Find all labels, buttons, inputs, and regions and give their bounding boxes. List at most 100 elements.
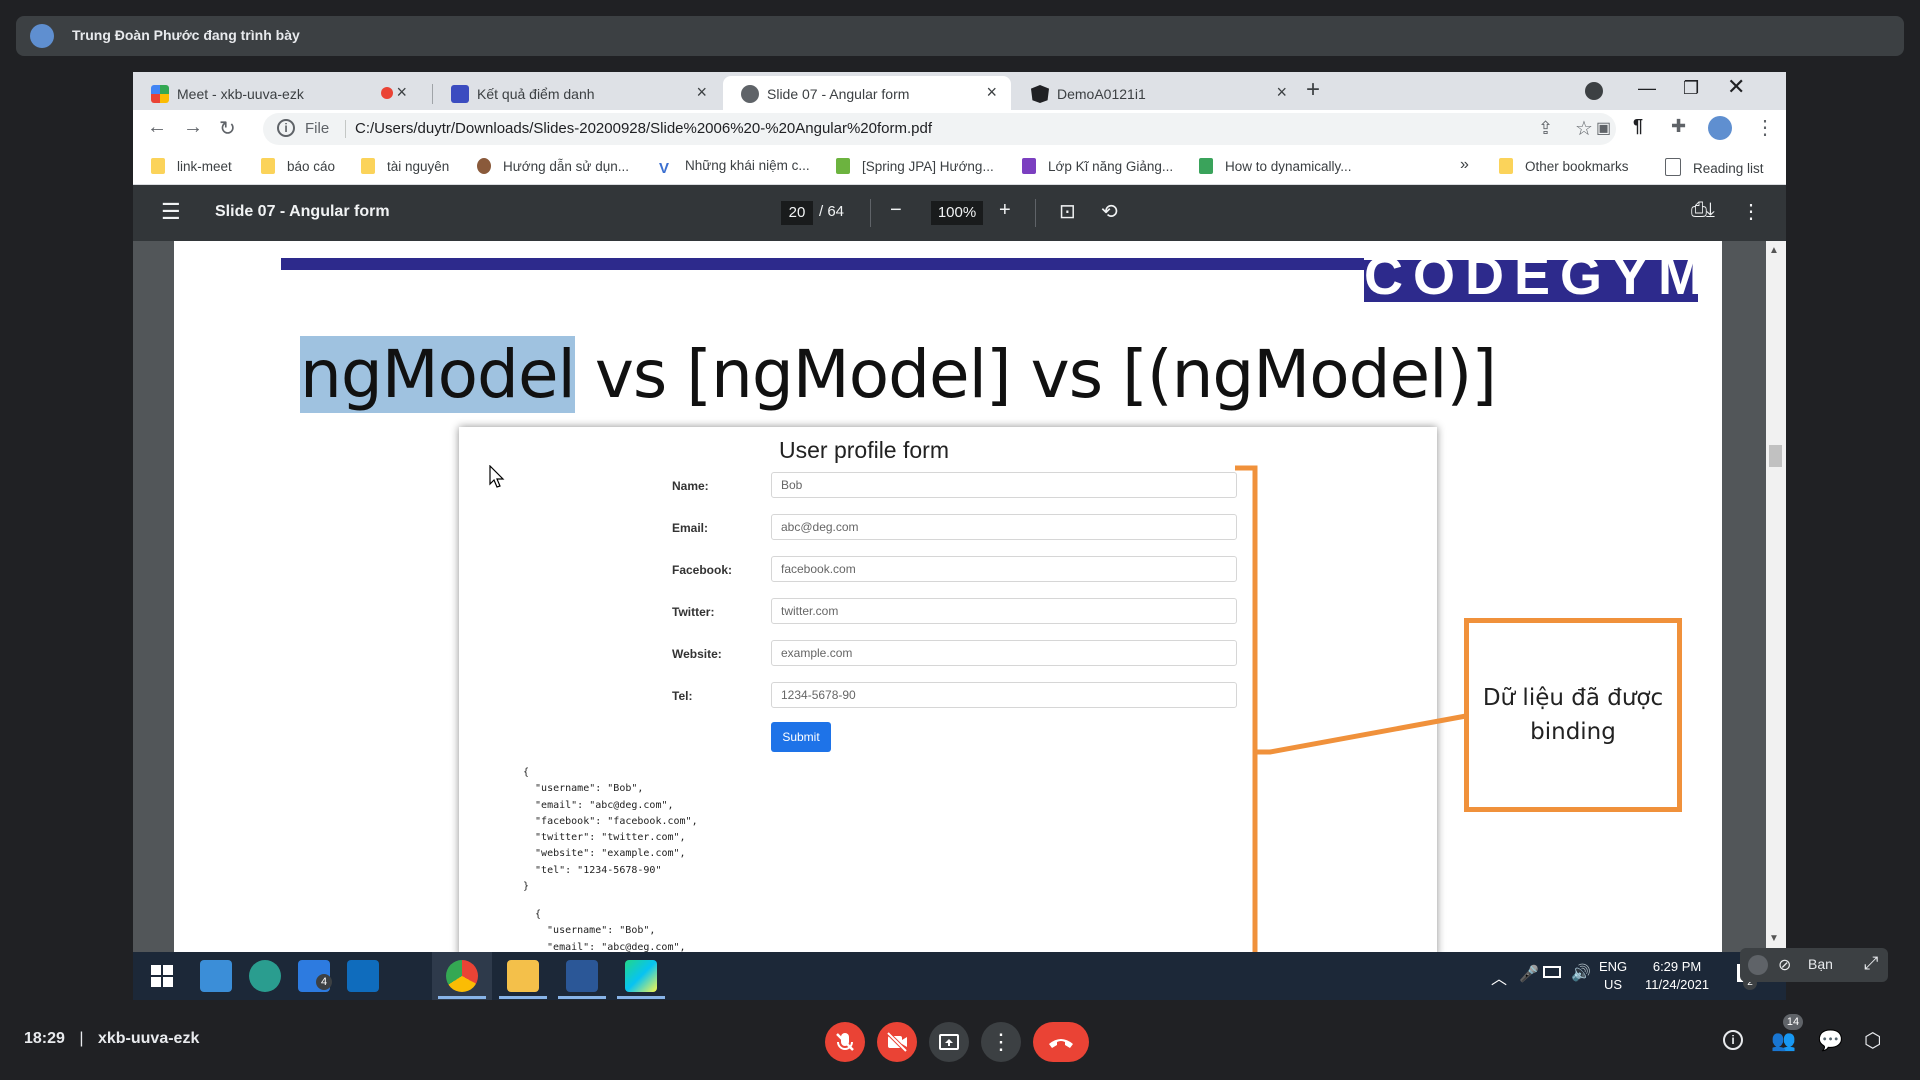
chat-icon[interactable]: 💬 [1818,1028,1843,1053]
tray-chevron-icon[interactable]: ︿ [1491,965,1507,989]
bookmark-item[interactable]: V Những khái niệm c... [659,158,810,177]
leave-call-button[interactable] [1033,1022,1089,1062]
camera-toggle-button[interactable] [877,1022,917,1062]
bookmark-item[interactable]: [Spring JPA] Hướng... [836,158,994,174]
camera-off-icon [886,1031,908,1053]
tab-meet[interactable]: Meet - xkb-uuva-ezk × [133,76,421,110]
puzzle-icon[interactable]: ✚ [1671,116,1686,137]
website-field: example.com [771,640,1237,666]
address-scheme-label: File [305,120,330,137]
bookmark-item[interactable]: link-meet [151,158,232,174]
minimize-button[interactable]: — [1638,78,1656,99]
browser-menu-icon[interactable]: ⋮ [1755,115,1775,140]
site-favicon-icon [1199,158,1213,174]
tab-title: Meet - xkb-uuva-ezk [177,86,304,102]
scroll-down-icon[interactable]: ▼ [1769,933,1779,944]
tab-attendance[interactable]: Kết quả điểm danh × [433,76,721,110]
restore-button[interactable]: ❐ [1683,78,1699,99]
more-options-button[interactable]: ⋮ [981,1022,1021,1062]
expand-icon[interactable]: ⤢ [1864,953,1878,974]
windows-start-icon[interactable] [151,965,173,987]
address-url[interactable]: C:/Users/duytr/Downloads/Slides-20200928… [355,120,932,137]
tel-field: 1234-5678-90 [771,682,1237,708]
language-indicator[interactable]: ENG US [1599,958,1627,994]
globe-icon [741,85,759,103]
name-field: Bob [771,472,1237,498]
hang-up-icon [1049,1039,1073,1048]
battery-icon[interactable] [1543,966,1561,978]
bookmark-item[interactable]: báo cáo [261,158,335,174]
address-bar[interactable]: i File C:/Users/duytr/Downloads/Slides-2… [263,113,1616,145]
file-explorer-icon[interactable] [507,960,539,992]
zoom-out-icon[interactable]: − [890,199,902,222]
pilcrow-extension-icon[interactable]: ¶ [1633,116,1643,137]
pdf-more-icon[interactable]: ⋮ [1741,199,1761,224]
rotate-icon[interactable]: ⟲ [1101,199,1118,224]
menu-icon[interactable]: ☰ [161,199,181,225]
profile-avatar[interactable] [1708,116,1732,140]
folder-icon [361,158,375,174]
windows-taskbar: 4 ︿ 🎤 🔊 ENG US 6:29 PM 11/24/2021 2 [133,952,1786,1000]
volume-icon[interactable]: 🔊 [1571,963,1591,983]
webstorm-icon[interactable] [625,960,657,992]
folder-icon [151,158,165,174]
tab-search-icon[interactable] [1585,82,1603,100]
browser-toolbar: ← → ↻ i File C:/Users/duytr/Downloads/Sl… [133,110,1786,148]
self-view-tile[interactable]: ⊘ Bạn ⤢ [1740,948,1888,982]
active-indicator [617,996,665,999]
bookmark-item[interactable]: Lớp Kĩ năng Giảng... [1022,158,1173,174]
pdf-title: Slide 07 - Angular form [215,203,390,220]
people-icon[interactable]: 👥 [1771,1028,1796,1053]
info-icon[interactable]: i [277,119,295,137]
bookmark-item[interactable]: Hướng dẫn sử dụn... [477,158,629,174]
bookmark-star-icon[interactable]: ☆ [1575,116,1593,141]
forward-arrow-icon[interactable]: → [183,116,203,139]
download-icon[interactable]: ⤓ [1706,199,1715,222]
scroll-up-icon[interactable]: ▲ [1769,245,1779,256]
reload-icon[interactable]: ↻ [219,116,236,141]
tab-demo[interactable]: DemoA0121i1 × [1013,76,1301,110]
fit-page-icon[interactable]: ⊡ [1059,199,1076,224]
presenter-banner: Trung Đoàn Phước đang trình bày [16,16,1904,56]
tab-slide-pdf[interactable]: Slide 07 - Angular form × [723,76,1011,110]
system-clock[interactable]: 6:29 PM 11/24/2021 [1645,958,1709,994]
back-arrow-icon[interactable]: ← [147,116,167,139]
scroll-thumb[interactable] [1769,445,1782,467]
word-icon[interactable] [566,960,598,992]
mic-toggle-button[interactable] [825,1022,865,1062]
outlook-icon[interactable] [347,960,379,992]
close-icon[interactable]: × [696,82,707,103]
meeting-details-icon[interactable]: i [1723,1030,1743,1050]
bookmark-item[interactable]: tài nguyên [361,158,449,174]
email-field: abc@deg.com [771,514,1237,540]
print-icon[interactable]: ⎙ [1691,199,1707,222]
zoom-input[interactable]: 100% [931,201,983,225]
field-label: Tel: [672,689,693,703]
slide-header-bar [281,258,1364,270]
present-button[interactable] [929,1022,969,1062]
desktop-app-icon[interactable] [200,960,232,992]
page-number-input[interactable]: 20 [781,201,813,225]
class-favicon-icon [1022,158,1036,174]
extension-icon[interactable]: ▣ [1596,118,1611,138]
microphone-icon[interactable]: 🎤 [1519,964,1539,984]
share-icon[interactable]: ⇪ [1538,118,1553,139]
tab-title: Slide 07 - Angular form [767,86,910,102]
close-icon[interactable]: × [396,82,407,103]
pdf-scrollbar[interactable]: ▲ ▼ [1766,241,1786,952]
close-icon[interactable]: × [986,82,997,103]
tab-title: Kết quả điểm danh [477,86,595,102]
bookmarks-overflow-button[interactable]: » [1460,156,1469,174]
close-window-button[interactable]: ✕ [1727,74,1745,100]
edge-icon[interactable] [249,960,281,992]
bookmark-item[interactable]: How to dynamically... [1199,158,1352,174]
meeting-code: xkb-uuva-ezk [97,1030,200,1047]
new-tab-button[interactable]: + [1306,76,1320,104]
close-icon[interactable]: × [1276,82,1287,103]
other-bookmarks[interactable]: Other bookmarks [1499,158,1629,174]
folder-icon [261,158,275,174]
zoom-in-icon[interactable]: + [999,199,1011,222]
activities-icon[interactable]: ⬡ [1864,1028,1881,1053]
chrome-icon[interactable] [446,960,478,992]
reading-list[interactable]: Reading list [1665,158,1764,176]
